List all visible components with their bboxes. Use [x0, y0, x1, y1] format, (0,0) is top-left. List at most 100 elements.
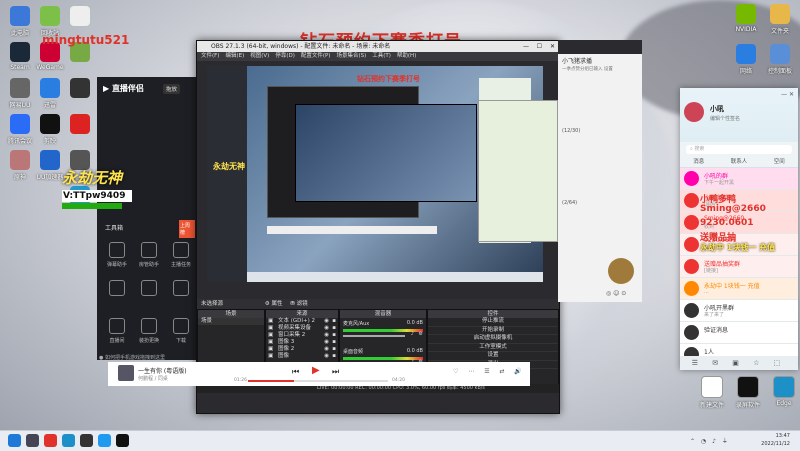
lock-icon[interactable]: ▪ [332, 346, 336, 353]
obs-icon[interactable] [80, 434, 93, 447]
source-row[interactable]: ▣ 图像 2 ◉ ▪ [266, 346, 338, 353]
desktop-icon[interactable]: 网络 [728, 44, 764, 75]
list-item[interactable]: 小吼开黑群 来了来了 [680, 300, 798, 322]
start-icon[interactable] [8, 434, 21, 447]
clock-date[interactable]: 2022/11/12 [752, 441, 790, 447]
obs-menu-item[interactable]: 编辑(E) [225, 53, 244, 59]
live-tool-item[interactable]: 装扮更换 [135, 318, 163, 344]
obs-menu-item[interactable]: 配置文件(P) [301, 53, 331, 59]
source-row[interactable]: ▣ 图像 3 ◉ ▪ [266, 339, 338, 346]
avatar [684, 325, 699, 340]
avatar[interactable] [684, 102, 704, 122]
properties-label: 属性 [271, 301, 283, 307]
desktop-icon[interactable]: 控制面板 [762, 44, 798, 75]
side-tab[interactable]: 上周榜 [179, 220, 195, 238]
tool-icon [173, 318, 189, 334]
source-row[interactable]: ▣ 图像 ◉ ▪ [266, 353, 338, 360]
volume-slider[interactable] [343, 335, 405, 337]
live-logo: ▶ 直播伴侣 [103, 84, 144, 93]
edge-icon[interactable] [62, 434, 75, 447]
desktop-icon[interactable] [62, 78, 98, 100]
live-tool-item[interactable]: 房管助手 [135, 242, 163, 268]
control-button[interactable]: 停止推流 [428, 318, 558, 327]
list-item[interactable]: 小吼的群 下午一起开黑 [680, 168, 798, 190]
qq-tab[interactable]: 联系人 [731, 157, 748, 167]
search-icon[interactable] [26, 434, 39, 447]
obs-menu-item[interactable]: 工具(T) [372, 53, 391, 59]
qq-search[interactable]: ⌕ 搜索 [686, 145, 792, 154]
lock-icon[interactable]: ▪ [332, 332, 336, 339]
list-item[interactable]: 验证消息 [680, 322, 798, 344]
live-tool-item[interactable]: 主播任务 [167, 242, 195, 268]
obs-menu-item[interactable]: 停靠(D) [275, 53, 295, 59]
visibility-icon[interactable]: ◉ [324, 353, 329, 360]
qq-header: 小吼 编辑个性签名 — ✕ [680, 88, 798, 142]
obs-menu-item[interactable]: 文件(F) [201, 53, 219, 59]
preview-music-bar [267, 226, 437, 234]
lock-icon[interactable]: ▪ [332, 318, 336, 325]
obs-menu-item[interactable]: 帮助(H) [397, 53, 416, 59]
live-tool-item[interactable] [103, 280, 131, 299]
close-icon[interactable]: ✕ [550, 41, 555, 52]
qq-tab[interactable]: 消息 [693, 157, 704, 167]
qq-tab[interactable]: 空间 [774, 157, 785, 167]
visibility-icon[interactable]: ◉ [324, 332, 329, 339]
qq-status[interactable]: 编辑个性签名 [710, 115, 740, 122]
filters-button[interactable]: ⛃ 滤镜 [290, 301, 307, 307]
desktop-icon[interactable]: 文件夹 [762, 4, 798, 35]
play-icon[interactable]: ▶ [312, 365, 320, 376]
maximize-icon[interactable]: ☐ [537, 41, 542, 52]
desktop-icon[interactable]: Edge [766, 376, 800, 407]
chat-toolbar-icons[interactable]: ◎ ☺ ⊙ [606, 290, 626, 297]
window-controls[interactable]: — ✕ [781, 91, 794, 98]
live-tool-item[interactable]: 直播间 [103, 318, 131, 344]
speaker-icon[interactable]: ♪ [411, 331, 414, 337]
live-tool-item[interactable]: 弹幕助手 [103, 242, 131, 268]
control-button[interactable]: 启动虚拟摄像机 [428, 335, 558, 344]
live-tool-item[interactable] [135, 280, 163, 299]
netease-music-icon[interactable] [44, 434, 57, 447]
live-tool-item[interactable] [167, 280, 195, 299]
desktop-icon[interactable]: NVIDIA [728, 4, 764, 33]
visibility-icon[interactable]: ◉ [324, 325, 329, 332]
next-icon[interactable]: ⏭ [332, 367, 339, 377]
minimize-icon[interactable]: — [523, 41, 529, 52]
tray-icons[interactable]: ⌃ ◔ ♪ ⏚ [690, 436, 730, 445]
control-button[interactable]: 工作室模式 [428, 344, 558, 352]
chat-avatar [608, 258, 634, 284]
source-row[interactable]: ▣ 文本 (GDI+) 2 ◉ ▪ [266, 318, 338, 325]
desktop-icon[interactable] [62, 6, 98, 28]
desktop-icon[interactable]: 新建文件 [694, 376, 730, 409]
live-status-tab[interactable]: 拖放 [163, 84, 181, 94]
desktop-icon[interactable]: 录屏软件 [730, 376, 766, 409]
lock-icon[interactable]: ▪ [332, 325, 336, 332]
clock-time[interactable]: 13:47 [752, 433, 790, 439]
prev-icon[interactable]: ⏮ [292, 367, 299, 377]
obs-menu-item[interactable]: 场景集合(S) [336, 53, 366, 59]
visibility-icon[interactable]: ◉ [324, 346, 329, 353]
visibility-icon[interactable]: ◉ [324, 339, 329, 346]
qq-icon[interactable] [98, 434, 111, 447]
obs-menubar: 文件(F) 编辑(E) 视图(V) 停靠(D) 配置文件(P) 场景集合(S) 工具(T) 帮… [197, 52, 559, 61]
control-button[interactable]: 开始录制 [428, 327, 558, 335]
desktop-icon[interactable] [62, 114, 98, 136]
app-icon [737, 376, 759, 398]
properties-button[interactable]: ⚙ 属性 [265, 301, 283, 307]
scenes-header: 场景 [198, 310, 264, 318]
preview-taskbar [247, 272, 543, 282]
obs-menu-item[interactable]: 视图(V) [250, 53, 269, 59]
lock-icon[interactable]: ▪ [332, 339, 336, 346]
lock-icon[interactable]: ▪ [332, 353, 336, 360]
source-row[interactable]: ▣ 视频采集设备 ◉ ▪ [266, 325, 338, 332]
source-row[interactable]: ▣ 窗口采集 2 ◉ ▪ [266, 332, 338, 339]
control-button[interactable]: 设置 [428, 352, 558, 361]
visibility-icon[interactable]: ◉ [324, 318, 329, 325]
douyin-icon[interactable] [116, 434, 129, 447]
chat-preview: 来了来了 [704, 312, 725, 318]
gear-icon[interactable]: ⚙ [419, 331, 423, 337]
progress-track[interactable] [248, 380, 388, 382]
list-item[interactable]: 永劫中 1块钱一 充值... [680, 278, 798, 300]
scene-item[interactable]: 场景 [198, 318, 264, 325]
list-item[interactable]: 送赠品抽奖群 [链接] [680, 256, 798, 278]
live-tool-item[interactable]: 下载 [167, 318, 195, 344]
